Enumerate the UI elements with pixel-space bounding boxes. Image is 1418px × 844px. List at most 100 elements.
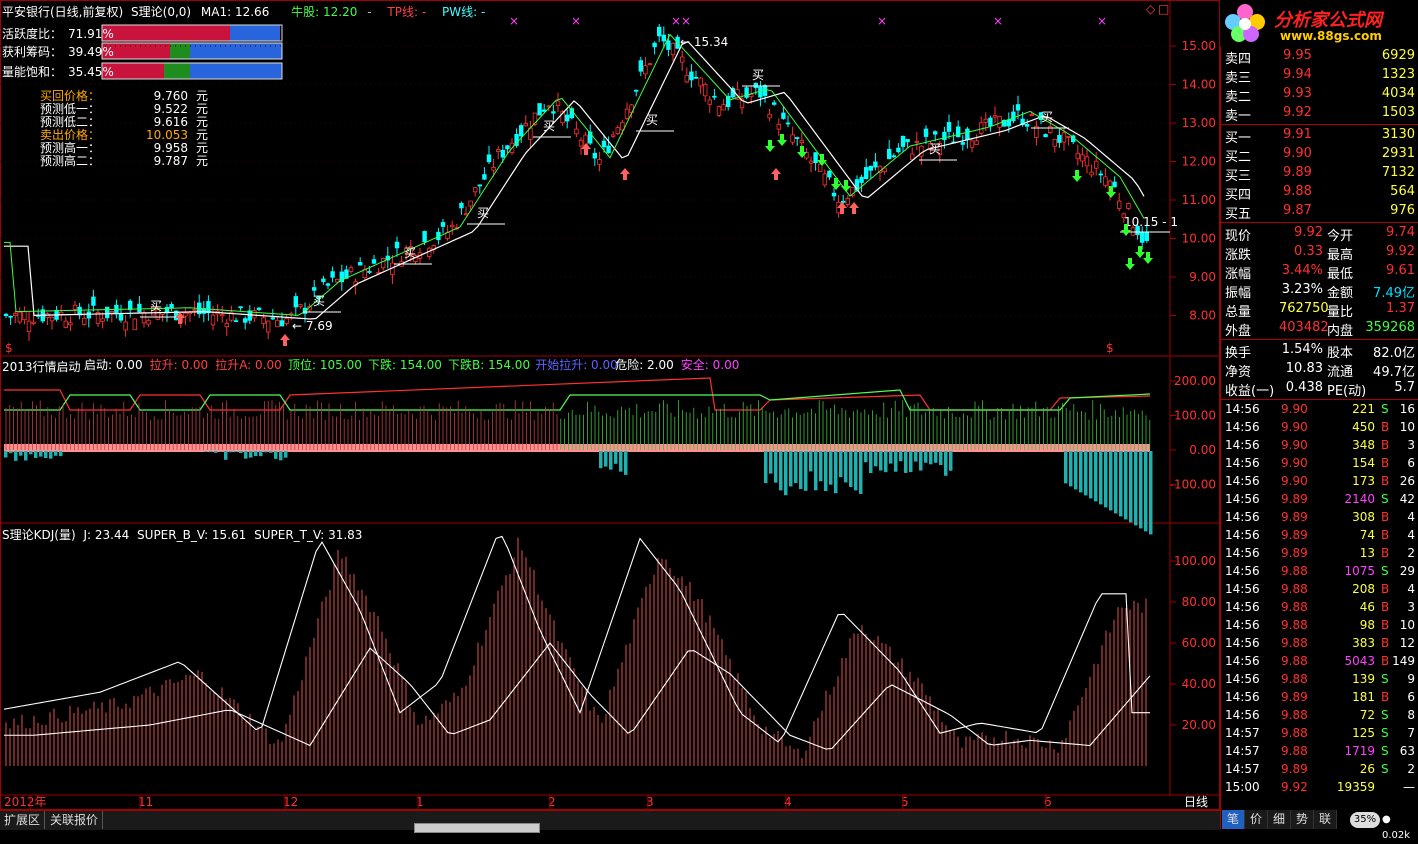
tick-volume: 450 bbox=[1325, 420, 1375, 434]
candle-body bbox=[276, 320, 280, 326]
quote-value: 9.92 bbox=[1279, 225, 1323, 240]
candle-body bbox=[860, 177, 864, 182]
tick-count: 26 bbox=[1400, 474, 1415, 488]
ask-volume: 1323 bbox=[1382, 67, 1415, 82]
ask-price: 9.92 bbox=[1283, 105, 1312, 120]
candle-body bbox=[1076, 153, 1080, 158]
candle-body bbox=[984, 119, 988, 122]
candle-body bbox=[372, 260, 376, 264]
ask-row[interactable]: 卖四9.956929 bbox=[1221, 47, 1418, 66]
quote-label: 量比 bbox=[1327, 301, 1353, 320]
panel2-header: 2013行情启动 bbox=[2, 358, 81, 375]
quote-row: 外盘403482内盘359268 bbox=[1221, 319, 1418, 338]
candle-body bbox=[708, 100, 712, 104]
bid-volume: 564 bbox=[1390, 184, 1415, 199]
candle-body bbox=[170, 304, 174, 307]
candle-body bbox=[27, 321, 31, 331]
panel2-histogram-bar bbox=[1114, 451, 1118, 513]
tick-volume: 125 bbox=[1325, 726, 1375, 740]
bid-row[interactable]: 买二9.902931 bbox=[1221, 145, 1418, 164]
candle-body bbox=[1104, 177, 1108, 185]
tick-count: 2 bbox=[1407, 762, 1415, 776]
tick-price: 9.88 bbox=[1281, 708, 1308, 722]
bar-segment bbox=[230, 25, 280, 41]
panel2-histogram-bar bbox=[1104, 451, 1108, 507]
right-tab[interactable]: 笔 bbox=[1222, 810, 1245, 829]
panel3-st: SUPER_T_V: 31.83 bbox=[254, 528, 362, 542]
candle-body bbox=[450, 225, 454, 227]
panel2-histogram-bar bbox=[1064, 451, 1068, 483]
candle-body bbox=[791, 135, 795, 142]
candle-body bbox=[772, 103, 776, 105]
tab-extension[interactable]: 扩展区 bbox=[0, 811, 45, 829]
candle-body bbox=[368, 271, 372, 272]
bid-row[interactable]: 买一9.913130 bbox=[1221, 126, 1418, 145]
bar-value: 71.91% bbox=[68, 27, 104, 41]
panel2-histogram-bar bbox=[849, 451, 853, 487]
bid-price: 9.91 bbox=[1283, 127, 1312, 142]
panel3-axis-label: 100.00 bbox=[1174, 554, 1216, 568]
panel2-histogram-bar bbox=[864, 451, 868, 462]
panel2-histogram-bar bbox=[879, 451, 883, 471]
candle-body bbox=[9, 316, 13, 317]
tick-price: 9.88 bbox=[1281, 582, 1308, 596]
candle-body bbox=[69, 323, 73, 325]
panel2-histogram-bar bbox=[824, 451, 828, 491]
candle-body bbox=[492, 167, 496, 170]
panel3-title[interactable]: S理论KDJ(量) bbox=[2, 528, 76, 542]
tick-price: 9.88 bbox=[1281, 618, 1308, 632]
bid-row[interactable]: 买五9.87976 bbox=[1221, 202, 1418, 221]
bid-label: 买一 bbox=[1225, 127, 1251, 146]
panel2-histogram-bar bbox=[834, 451, 838, 493]
bid-row[interactable]: 买三9.897132 bbox=[1221, 164, 1418, 183]
indicator-name[interactable]: S理论(0,0) bbox=[131, 5, 191, 19]
ask-row[interactable]: 卖三9.941323 bbox=[1221, 66, 1418, 85]
candle-body bbox=[933, 132, 937, 134]
finance-value: 0.438 bbox=[1279, 380, 1323, 395]
bid-row[interactable]: 买四9.88564 bbox=[1221, 183, 1418, 202]
tick-volume: 154 bbox=[1325, 456, 1375, 470]
right-tab[interactable]: 价 bbox=[1245, 810, 1268, 829]
candle-body bbox=[138, 304, 142, 312]
panel2-item: 开始拉升: 0.00 bbox=[535, 357, 618, 372]
tick-time: 14:56 bbox=[1225, 582, 1260, 596]
quote-label: 今开 bbox=[1327, 225, 1353, 244]
diamond-icon[interactable]: ◇ bbox=[1146, 2, 1155, 16]
buy-signal-label: 买 bbox=[646, 113, 658, 127]
candle-body bbox=[101, 319, 105, 321]
tick-time: 14:56 bbox=[1225, 438, 1260, 452]
candle-body bbox=[128, 301, 132, 310]
tick-count: 4 bbox=[1407, 582, 1415, 596]
square-icon[interactable]: □ bbox=[1158, 2, 1169, 16]
buy-arrow-icon bbox=[280, 334, 290, 346]
chart-area[interactable]: 15.0014.0013.0012.0011.0010.009.008.00← … bbox=[0, 0, 1220, 810]
quote-value: 3.44% bbox=[1279, 263, 1323, 278]
horizontal-scrollbar[interactable] bbox=[414, 823, 540, 833]
ask-row[interactable]: 卖一9.921503 bbox=[1221, 104, 1418, 123]
ask-price: 9.94 bbox=[1283, 67, 1312, 82]
sell-arrow-icon bbox=[1135, 246, 1145, 258]
right-tab[interactable]: 势 bbox=[1291, 810, 1314, 829]
candle-body bbox=[777, 124, 781, 129]
time-axis-label: 5 bbox=[901, 795, 909, 809]
panel3-header: S理论KDJ(量) J: 23.44 SUPER_B_V: 15.61 SUPE… bbox=[2, 526, 362, 543]
bar-label: 量能饱和： bbox=[2, 63, 68, 80]
tick-time: 14:56 bbox=[1225, 456, 1260, 470]
panel2-histogram-bar bbox=[264, 451, 268, 452]
right-tab[interactable]: 细 bbox=[1268, 810, 1291, 829]
candle-body bbox=[13, 314, 17, 316]
quote-label: 振幅 bbox=[1225, 282, 1251, 301]
candle-body bbox=[220, 315, 224, 316]
right-tab[interactable]: 联 bbox=[1314, 810, 1337, 829]
ask-row[interactable]: 卖二9.934034 bbox=[1221, 85, 1418, 104]
tick-volume: 1075 bbox=[1325, 564, 1375, 578]
candle-body bbox=[363, 270, 367, 278]
tab-related-quote[interactable]: 关联报价 bbox=[46, 811, 103, 829]
panel2-title[interactable]: 2013行情启动 bbox=[2, 360, 81, 374]
quote-label: 涨跌 bbox=[1225, 244, 1251, 263]
panel2-histogram-bar bbox=[1074, 451, 1078, 489]
tp-value: TP线: - bbox=[387, 5, 426, 19]
finance-row: 换手1.54%股本82.0亿 bbox=[1221, 341, 1418, 360]
candle-body bbox=[73, 305, 77, 309]
panel2-histogram-bar bbox=[804, 451, 808, 491]
